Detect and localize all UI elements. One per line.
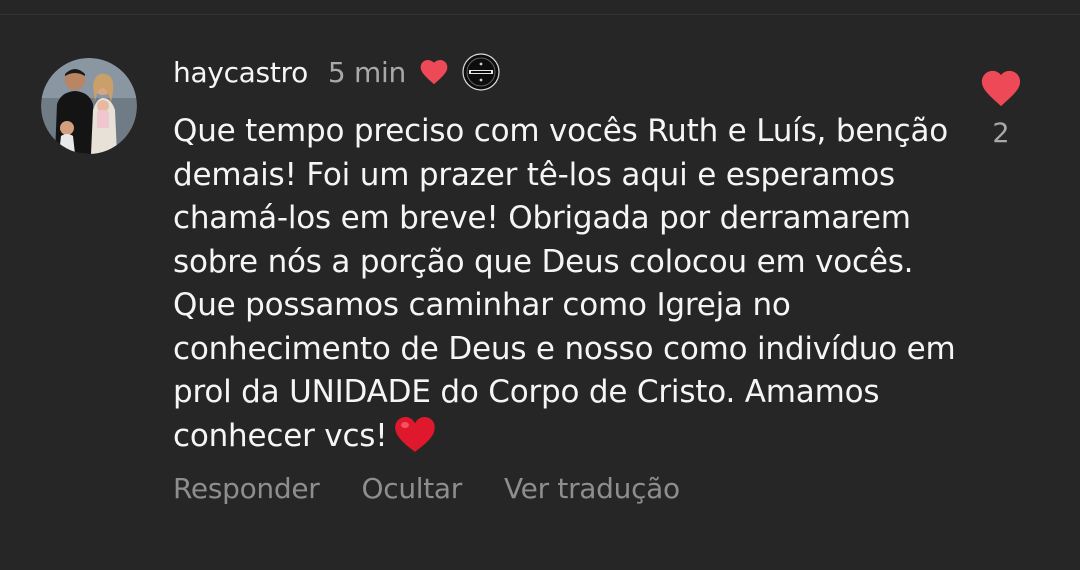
timestamp: 5 min [327,55,406,89]
like-column: 2 [972,68,1030,149]
like-count: 2 [992,118,1010,149]
hide-button[interactable]: Ocultar [361,472,462,505]
circular-logo-badge-icon [462,53,500,91]
comment-text: Que tempo preciso com vocês Ruth e Luís,… [173,113,956,454]
divider [0,14,1080,15]
comment-screen: haycastro 5 min Que tempo preciso com vo… [0,0,1080,570]
username[interactable]: haycastro [173,56,308,89]
heart-emoji [395,416,436,452]
reply-button[interactable]: Responder [173,472,320,505]
translate-button[interactable]: Ver tradução [504,472,680,505]
avatar[interactable] [41,58,137,154]
comment-header: haycastro 5 min [173,52,500,92]
comment-actions: Responder Ocultar Ver tradução [173,468,680,508]
comment-body: Que tempo preciso com vocês Ruth e Luís,… [173,110,963,458]
heart-icon[interactable] [979,68,1023,108]
heart-icon [420,60,448,85]
